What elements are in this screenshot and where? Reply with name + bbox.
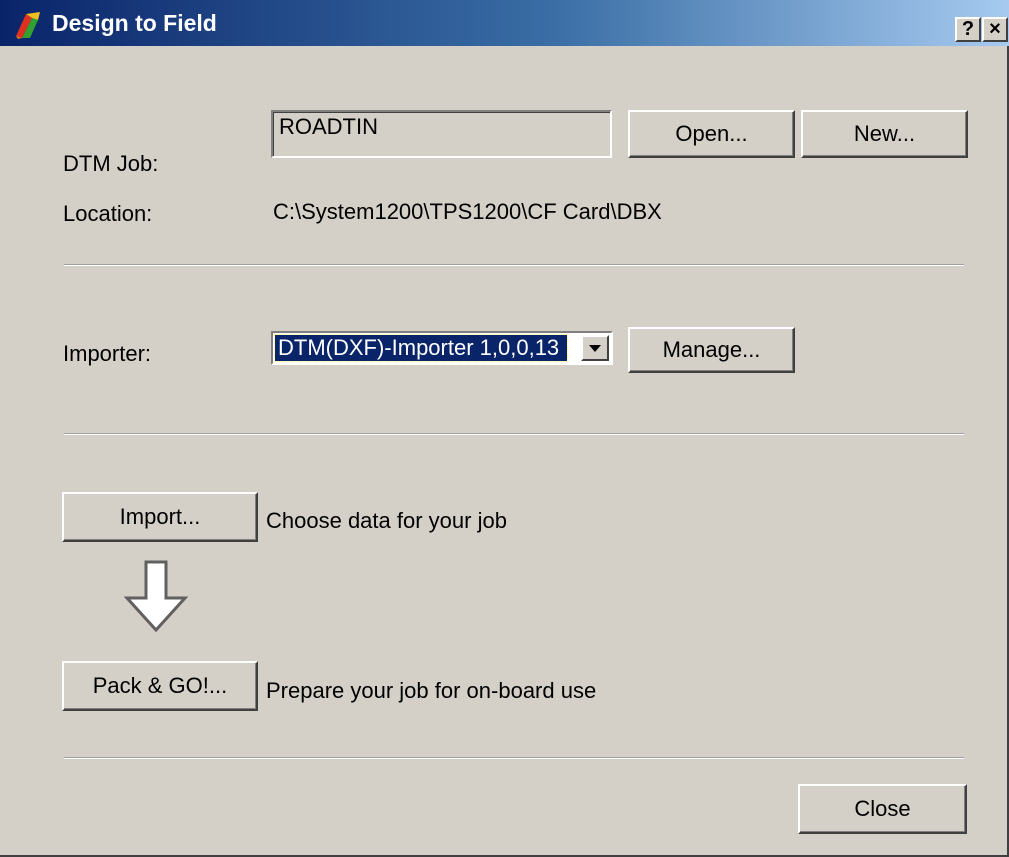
dtm-job-field[interactable]: ROADTIN [271, 110, 612, 158]
design-to-field-dialog: Design to Field ? × DTM Job: ROADTIN Ope… [0, 0, 1009, 857]
separator [64, 433, 964, 435]
location-value: C:\System1200\TPS1200\CF Card\DBX [273, 199, 662, 224]
pack-description: Prepare your job for on-board use [266, 678, 597, 703]
location-label: Location: [63, 201, 153, 226]
window-close-button[interactable]: × [982, 17, 1008, 42]
separator [64, 264, 964, 266]
importer-label: Importer: [63, 341, 152, 366]
importer-selected-value: DTM(DXF)-Importer 1,0,0,13 [274, 334, 568, 362]
window-title: Design to Field [52, 10, 217, 36]
open-button[interactable]: Open... [628, 110, 795, 158]
separator [64, 757, 964, 759]
chevron-down-icon[interactable] [581, 335, 609, 361]
manage-button[interactable]: Manage... [628, 327, 795, 373]
help-button[interactable]: ? [955, 17, 981, 42]
dtm-job-label: DTM Job: [63, 151, 159, 176]
app-icon [12, 8, 44, 40]
import-description: Choose data for your job [266, 508, 507, 533]
close-button[interactable]: Close [798, 784, 967, 834]
import-button[interactable]: Import... [62, 492, 258, 542]
importer-select[interactable]: DTM(DXF)-Importer 1,0,0,13 [271, 331, 613, 365]
new-button[interactable]: New... [801, 110, 968, 158]
pack-and-go-button[interactable]: Pack & GO!... [62, 661, 258, 711]
title-bar[interactable]: Design to Field ? × [0, 0, 1009, 46]
down-arrow-icon [123, 560, 189, 634]
